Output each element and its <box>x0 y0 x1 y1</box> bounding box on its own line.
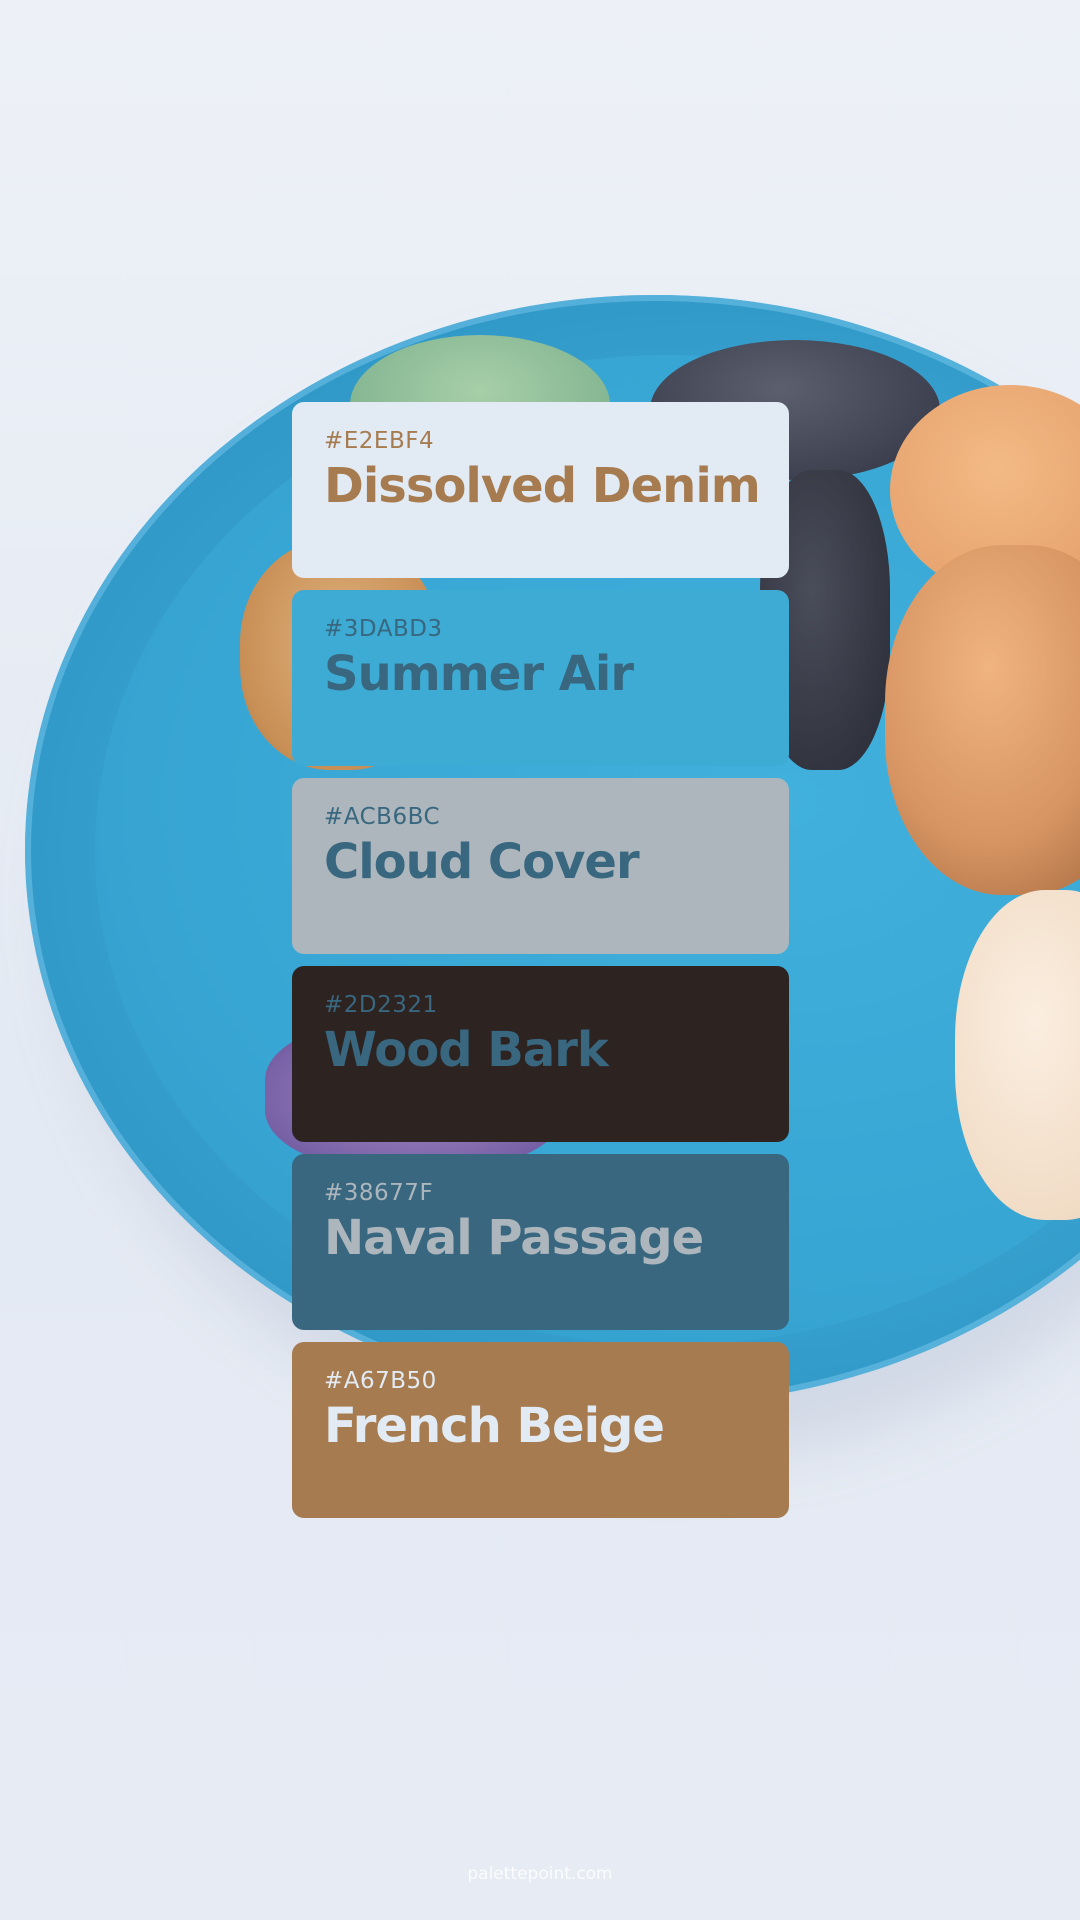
swatch-hex-code: #E2EBF4 <box>324 428 435 454</box>
peach-macaron-half <box>885 545 1080 895</box>
swatch-hex-code: #3DABD3 <box>324 616 443 642</box>
swatch-color-name: Dissolved Denim <box>324 458 761 514</box>
swatch-card-french-beige[interactable]: #A67B50 French Beige <box>292 1342 789 1518</box>
swatch-card-cloud-cover[interactable]: #ACB6BC Cloud Cover <box>292 778 789 954</box>
color-palette: #E2EBF4 Dissolved Denim #3DABD3 Summer A… <box>292 402 789 1530</box>
swatch-color-name: Naval Passage <box>324 1210 704 1266</box>
swatch-card-wood-bark[interactable]: #2D2321 Wood Bark <box>292 966 789 1142</box>
swatch-hex-code: #38677F <box>324 1180 434 1206</box>
swatch-color-name: Summer Air <box>324 646 634 702</box>
swatch-color-name: French Beige <box>324 1398 665 1454</box>
swatch-color-name: Cloud Cover <box>324 834 640 890</box>
swatch-card-summer-air[interactable]: #3DABD3 Summer Air <box>292 590 789 766</box>
swatch-card-naval-passage[interactable]: #38677F Naval Passage <box>292 1154 789 1330</box>
swatch-card-dissolved-denim[interactable]: #E2EBF4 Dissolved Denim <box>292 402 789 578</box>
swatch-hex-code: #ACB6BC <box>324 804 441 830</box>
swatch-hex-code: #A67B50 <box>324 1368 437 1394</box>
site-watermark[interactable]: palettepoint.com <box>0 1864 1080 1884</box>
swatch-hex-code: #2D2321 <box>324 992 438 1018</box>
swatch-color-name: Wood Bark <box>324 1022 609 1078</box>
